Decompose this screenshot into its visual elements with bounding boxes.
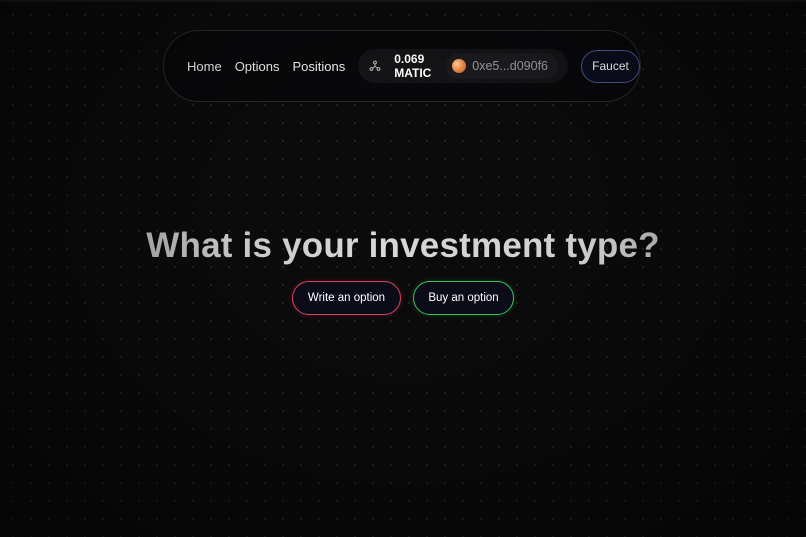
account-address: 0xe5...d090f6 [472,59,549,73]
balance-amount: 0.069 [394,52,425,66]
balance-unit: MATIC [394,66,432,80]
top-nav-bar: Home Options Positions 0.069 MATIC 0xe5.… [163,30,641,102]
buy-option-button[interactable]: Buy an option [413,281,514,315]
account-address-pill[interactable]: 0xe5...d090f6 [446,53,559,79]
polygon-chain-icon [366,57,384,75]
nav-link-home[interactable]: Home [187,59,222,74]
nav-link-options[interactable]: Options [235,59,280,74]
nav-link-positions[interactable]: Positions [293,59,346,74]
wallet-pill[interactable]: 0.069 MATIC 0xe5...d090f6 [358,49,569,83]
account-avatar [452,59,467,73]
write-option-button[interactable]: Write an option [292,281,401,315]
investment-type-actions: Write an option Buy an option [0,281,806,315]
top-border [0,0,806,2]
page-title: What is your investment type? [0,226,806,266]
faucet-button[interactable]: Faucet [581,49,640,83]
wallet-balance: 0.069 MATIC [394,52,440,80]
